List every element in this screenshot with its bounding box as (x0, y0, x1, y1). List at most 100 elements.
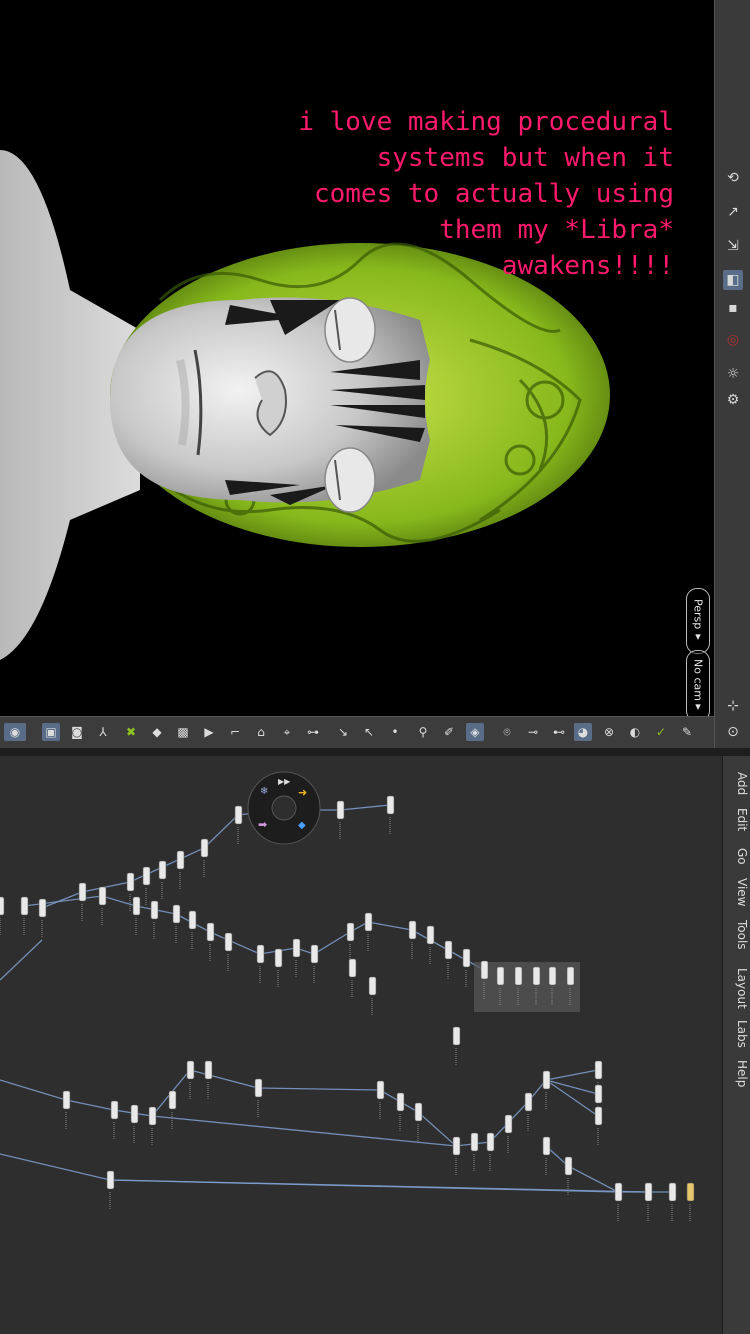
network-menu-bar: Add Edit Go View Tools Layout Labs Help (722, 756, 750, 1334)
graph-node (38, 898, 47, 918)
paint-icon[interactable]: ⊶ (304, 723, 322, 741)
graph-node (470, 1132, 479, 1152)
menu-help[interactable]: Help (725, 1060, 749, 1087)
snap-point-icon[interactable]: ⌾ (498, 723, 516, 741)
component-icon[interactable]: ✖ (122, 723, 140, 741)
graph-node (564, 1156, 573, 1176)
fast-forward-icon: ▶▶ (278, 777, 291, 786)
pick-icon[interactable]: ⚲ (414, 723, 432, 741)
graph-node (364, 912, 373, 932)
menu-layout[interactable]: Layout (725, 968, 749, 1009)
graph-node (98, 886, 107, 906)
menu-tools[interactable]: Tools (725, 920, 749, 950)
view-icon[interactable]: ▣ (42, 723, 60, 741)
lighting-icon[interactable]: ☼ (723, 364, 743, 384)
edge-icon[interactable]: ▩ (174, 723, 192, 741)
graph-node (172, 904, 181, 924)
graph-node (224, 932, 233, 952)
graph-node (504, 1114, 513, 1134)
graph-node (480, 960, 489, 980)
point-icon[interactable]: ◆ (148, 723, 166, 741)
lasso-icon[interactable]: ⌂ (252, 723, 270, 741)
axis-gizmo-icon: ⊹ (727, 698, 739, 714)
graph-node (204, 1060, 213, 1080)
graph-node (594, 1084, 603, 1104)
graph-node (594, 1060, 603, 1080)
menu-labs[interactable]: Labs (725, 1020, 749, 1048)
graph-node (514, 966, 523, 986)
primitive-icon[interactable]: ▶ (200, 723, 218, 741)
camera-label: Persp (691, 599, 705, 630)
handle-icon[interactable]: ↘ (334, 723, 352, 741)
graph-node (348, 958, 357, 978)
snap-icon[interactable]: ◧ (723, 270, 743, 290)
graph-node (542, 1070, 551, 1090)
pose-icon[interactable]: ↖ (360, 723, 378, 741)
graph-node (496, 966, 505, 986)
node-network-editor[interactable] (0, 756, 722, 1334)
snap-grid-icon[interactable]: ✐ (440, 723, 458, 741)
graph-node (132, 896, 141, 916)
chevron-down-icon: ▾ (691, 700, 705, 714)
camera-icon[interactable]: ⊸ (524, 723, 542, 741)
graph-node (168, 1090, 177, 1110)
graph-node (176, 850, 185, 870)
graph-node (0, 896, 5, 916)
snap-curve-icon[interactable]: ◈ (466, 723, 484, 741)
axis-icon[interactable]: ⅄ (94, 723, 112, 741)
rotate-icon[interactable]: ⟲ (723, 168, 743, 188)
graph-node (462, 948, 471, 968)
story-caption: i love making procedural systems but whe… (298, 107, 674, 281)
select-icon[interactable]: ◉ (4, 723, 26, 741)
graph-node (594, 1106, 603, 1126)
light-icon[interactable]: ⊷ (550, 723, 568, 741)
menu-view[interactable]: View (725, 878, 749, 906)
graph-node (614, 1182, 623, 1202)
eye-lower (324, 447, 376, 513)
flipbook-icon[interactable]: ◕ (574, 723, 592, 741)
pane-splitter[interactable] (0, 748, 750, 756)
graph-node (206, 922, 215, 942)
arrow-icon[interactable]: ⌐ (226, 723, 244, 741)
brush-icon[interactable]: ⌖ (278, 723, 296, 741)
no-cam-menu[interactable]: No cam ▾ (686, 650, 710, 716)
graph-node (386, 795, 395, 815)
menu-edit[interactable]: Edit (725, 808, 749, 831)
radial-menu[interactable]: ❄ ▶▶ ➜ ➡ ◆ (246, 770, 322, 846)
menu-go[interactable]: Go (725, 848, 749, 865)
display-icon[interactable]: ▪ (723, 298, 743, 318)
graph-node (336, 800, 345, 820)
graph-node (524, 1092, 533, 1112)
node-wire (109, 1179, 649, 1193)
forward-arrow-icon: ➡ (258, 818, 267, 831)
scene-viewport[interactable]: i love making procedural systems but whe… (0, 0, 714, 716)
graph-node (130, 1104, 139, 1124)
settings-icon[interactable]: ⚙ (723, 390, 743, 410)
visibility-icon[interactable]: ✓ (652, 723, 670, 741)
gem-icon: ◆ (298, 820, 306, 831)
ghost-icon[interactable]: ◙ (68, 723, 86, 741)
render-icon[interactable]: ⊗ (600, 723, 618, 741)
graph-node (376, 1080, 385, 1100)
translate-icon[interactable]: ↗ (723, 202, 743, 222)
camera-menu[interactable]: Persp ▾ (686, 588, 710, 654)
graph-node (486, 1132, 495, 1152)
menu-add[interactable]: Add (725, 772, 749, 795)
graph-node (188, 910, 197, 930)
node-wire (0, 1153, 619, 1193)
dot-icon[interactable]: • (386, 723, 404, 741)
scale-icon[interactable]: ⇲ (723, 236, 743, 256)
graph-node (186, 1060, 195, 1080)
record-icon[interactable]: ◎ (723, 330, 743, 350)
graph-node (274, 948, 283, 968)
graph-node (110, 1100, 119, 1120)
graph-node (158, 860, 167, 880)
pen-icon[interactable]: ✎ (678, 723, 696, 741)
graph-node (566, 966, 575, 986)
shade-icon[interactable]: ◐ (626, 723, 644, 741)
node-wire (0, 939, 43, 981)
help-icon[interactable]: ⊙ (723, 722, 743, 742)
graph-node (686, 1182, 695, 1202)
graph-node (668, 1182, 677, 1202)
graph-node (426, 925, 435, 945)
